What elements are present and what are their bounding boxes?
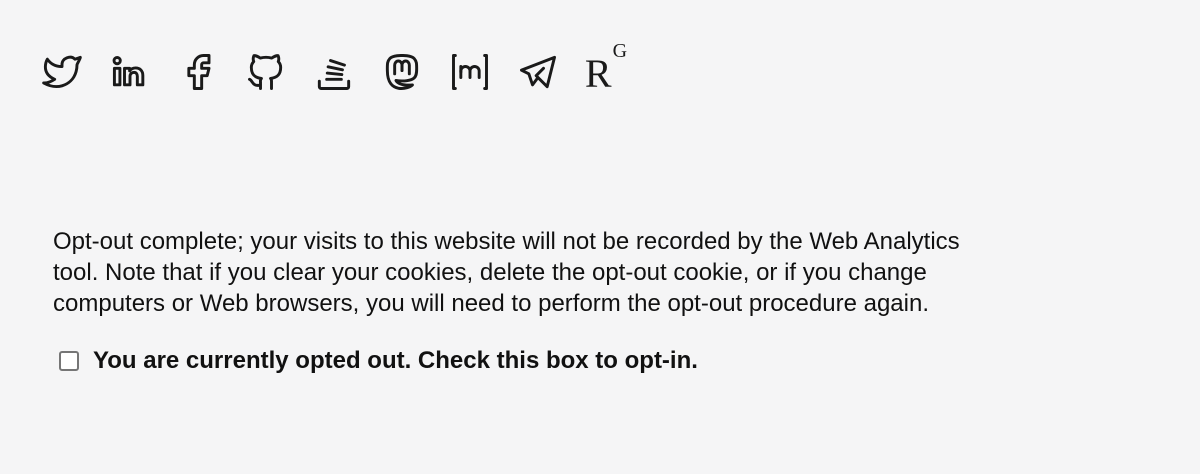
optin-checkbox-label[interactable]: You are currently opted out. Check this … — [93, 347, 698, 375]
stackoverflow-icon — [317, 59, 351, 90]
optin-checkbox[interactable] — [59, 351, 79, 371]
facebook-icon — [187, 54, 211, 90]
analytics-optout-section: Opt-out complete; your visits to this we… — [53, 226, 993, 375]
telegram-icon — [520, 55, 556, 89]
researchgate-icon: RG — [584, 39, 628, 96]
optout-message: Opt-out complete; your visits to this we… — [53, 228, 960, 317]
linkedin-link[interactable] — [106, 48, 154, 96]
researchgate-link[interactable]: RG — [582, 39, 630, 96]
github-link[interactable] — [242, 48, 290, 96]
twitter-icon — [42, 55, 82, 88]
telegram-link[interactable] — [514, 48, 562, 96]
twitter-link[interactable] — [38, 48, 86, 96]
optout-form: You are currently opted out. Check this … — [53, 347, 993, 375]
matrix-icon — [452, 54, 488, 90]
matrix-link[interactable] — [446, 48, 494, 96]
social-links-bar: RG — [38, 39, 650, 96]
mastodon-icon — [385, 54, 419, 90]
linkedin-icon — [112, 56, 145, 87]
stackoverflow-link[interactable] — [310, 48, 358, 96]
mastodon-link[interactable] — [378, 48, 426, 96]
github-icon — [248, 54, 283, 90]
facebook-link[interactable] — [174, 48, 222, 96]
